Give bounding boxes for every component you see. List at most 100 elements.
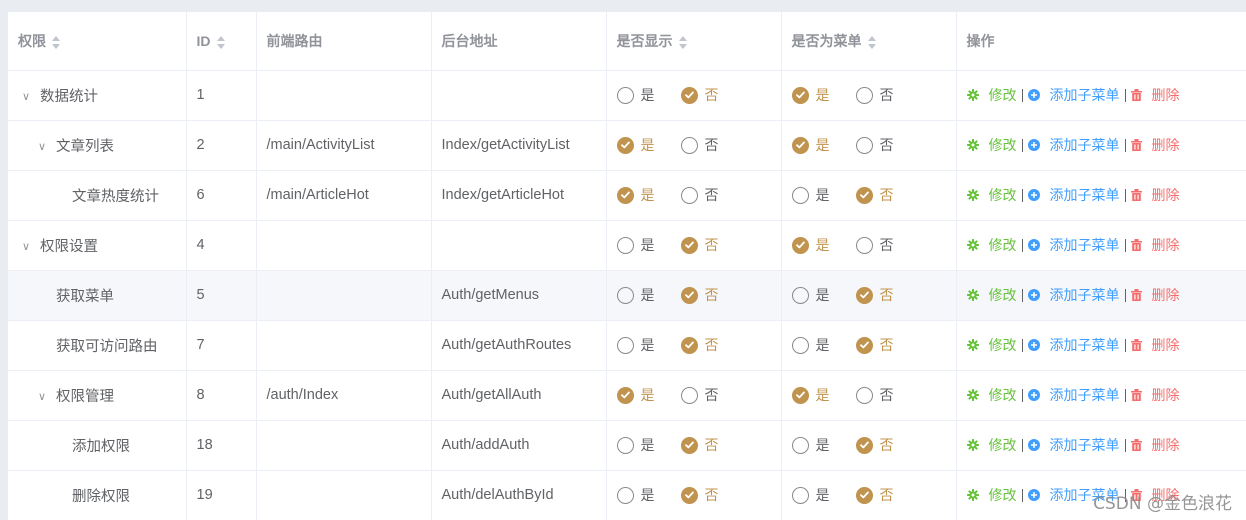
expand-chevron-icon[interactable]: ∨	[38, 140, 48, 153]
radio-label: 否	[879, 437, 894, 453]
menu-yes-radio[interactable]: 是	[791, 135, 830, 155]
trash-icon	[1130, 139, 1147, 151]
menu-no-radio[interactable]: 否	[855, 85, 894, 105]
divider	[1124, 438, 1126, 452]
table-header-row: 权限 ID 前端路由 后台地址 是否显示 是否为菜单 操作	[8, 12, 1246, 71]
menu-no-radio[interactable]: 否	[855, 385, 894, 405]
show-yes-radio[interactable]: 是	[616, 335, 655, 355]
show-yes-radio[interactable]: 是	[616, 485, 655, 505]
edit-button[interactable]: 修改	[966, 385, 1017, 405]
add-child-button[interactable]: 添加子菜单	[1027, 135, 1120, 155]
cell-is-show: 是否	[606, 320, 782, 371]
delete-button[interactable]: 删除	[1130, 335, 1180, 355]
menu-yes-radio[interactable]: 是	[791, 85, 830, 105]
cell-route	[256, 470, 432, 520]
col-header-id[interactable]: ID	[186, 12, 257, 71]
gear-icon	[966, 89, 984, 101]
divider	[1021, 238, 1023, 252]
edit-button[interactable]: 修改	[966, 335, 1017, 355]
menu-yes-radio[interactable]: 是	[791, 385, 830, 405]
add-child-button[interactable]: 添加子菜单	[1027, 235, 1120, 255]
menu-yes-radio[interactable]: 是	[791, 285, 830, 305]
delete-button[interactable]: 删除	[1130, 135, 1180, 155]
divider	[1021, 88, 1023, 102]
delete-button[interactable]: 删除	[1130, 85, 1180, 105]
radio-circle-icon	[791, 486, 809, 504]
menu-no-radio[interactable]: 否	[855, 185, 894, 205]
menu-no-radio[interactable]: 否	[855, 485, 894, 505]
expand-chevron-icon[interactable]: ∨	[22, 90, 32, 103]
radio-label: 是	[815, 187, 830, 203]
menu-no-radio[interactable]: 否	[855, 285, 894, 305]
show-yes-radio[interactable]: 是	[616, 85, 655, 105]
menu-no-radio[interactable]: 否	[855, 135, 894, 155]
menu-no-radio[interactable]: 否	[855, 235, 894, 255]
col-header-name[interactable]: 权限	[8, 12, 187, 71]
show-no-radio[interactable]: 否	[680, 335, 719, 355]
radio-label: 否	[704, 237, 719, 253]
edit-button[interactable]: 修改	[966, 135, 1017, 155]
cell-route: /main/ArticleHot	[256, 170, 432, 221]
edit-button[interactable]: 修改	[966, 185, 1017, 205]
edit-button[interactable]: 修改	[966, 435, 1017, 455]
show-no-radio[interactable]: 否	[680, 135, 719, 155]
expand-chevron-icon[interactable]: ∨	[22, 240, 32, 253]
plus-circle-icon	[1027, 389, 1045, 401]
cell-actions: 修改 添加子菜单 删除	[956, 420, 1246, 471]
edit-button[interactable]: 修改	[966, 85, 1017, 105]
show-no-radio[interactable]: 否	[680, 285, 719, 305]
menu-no-radio[interactable]: 否	[855, 435, 894, 455]
show-no-radio[interactable]: 否	[680, 435, 719, 455]
cell-id: 18	[186, 420, 257, 471]
edit-button[interactable]: 修改	[966, 485, 1017, 505]
menu-yes-radio[interactable]: 是	[791, 485, 830, 505]
menu-no-radio[interactable]: 否	[855, 335, 894, 355]
radio-circle-icon	[680, 186, 698, 204]
add-child-button[interactable]: 添加子菜单	[1027, 385, 1120, 405]
delete-button[interactable]: 删除	[1130, 285, 1180, 305]
menu-yes-radio[interactable]: 是	[791, 435, 830, 455]
plus-circle-icon	[1027, 439, 1045, 451]
sort-icon[interactable]	[678, 35, 687, 49]
menu-yes-radio[interactable]: 是	[791, 185, 830, 205]
show-no-radio[interactable]: 否	[680, 85, 719, 105]
add-child-label: 添加子菜单	[1049, 287, 1120, 303]
edit-button[interactable]: 修改	[966, 235, 1017, 255]
delete-button[interactable]: 删除	[1130, 235, 1180, 255]
add-child-button[interactable]: 添加子菜单	[1027, 335, 1120, 355]
col-header-route-label: 前端路由	[266, 32, 323, 49]
menu-yes-radio[interactable]: 是	[791, 335, 830, 355]
show-yes-radio[interactable]: 是	[616, 135, 655, 155]
add-child-button[interactable]: 添加子菜单	[1027, 185, 1120, 205]
menu-yes-radio[interactable]: 是	[791, 235, 830, 255]
expand-chevron-icon[interactable]: ∨	[38, 390, 48, 403]
add-child-button[interactable]: 添加子菜单	[1027, 85, 1120, 105]
radio-circle-icon	[616, 236, 634, 254]
add-child-button[interactable]: 添加子菜单	[1027, 435, 1120, 455]
sort-icon[interactable]	[867, 35, 876, 49]
sort-icon[interactable]	[52, 35, 60, 49]
delete-button[interactable]: 删除	[1130, 185, 1180, 205]
show-yes-radio[interactable]: 是	[616, 185, 655, 205]
show-no-radio[interactable]: 否	[680, 485, 719, 505]
col-header-is-show[interactable]: 是否显示	[606, 12, 782, 71]
radio-label: 是	[640, 187, 655, 203]
plus-circle-icon	[1027, 189, 1045, 201]
show-no-radio[interactable]: 否	[680, 185, 719, 205]
show-yes-radio[interactable]: 是	[616, 285, 655, 305]
cell-name: 添加权限	[8, 420, 187, 471]
sort-icon[interactable]	[216, 35, 225, 49]
edit-button[interactable]: 修改	[966, 285, 1017, 305]
add-child-button[interactable]: 添加子菜单	[1027, 285, 1120, 305]
show-no-radio[interactable]: 否	[680, 385, 719, 405]
show-yes-radio[interactable]: 是	[616, 235, 655, 255]
edit-label: 修改	[988, 487, 1017, 503]
add-child-label: 添加子菜单	[1049, 337, 1120, 353]
gear-icon	[966, 489, 984, 501]
col-header-is-menu[interactable]: 是否为菜单	[781, 12, 957, 71]
show-yes-radio[interactable]: 是	[616, 385, 655, 405]
show-no-radio[interactable]: 否	[680, 235, 719, 255]
delete-button[interactable]: 删除	[1130, 385, 1180, 405]
show-yes-radio[interactable]: 是	[616, 435, 655, 455]
delete-button[interactable]: 删除	[1130, 435, 1180, 455]
